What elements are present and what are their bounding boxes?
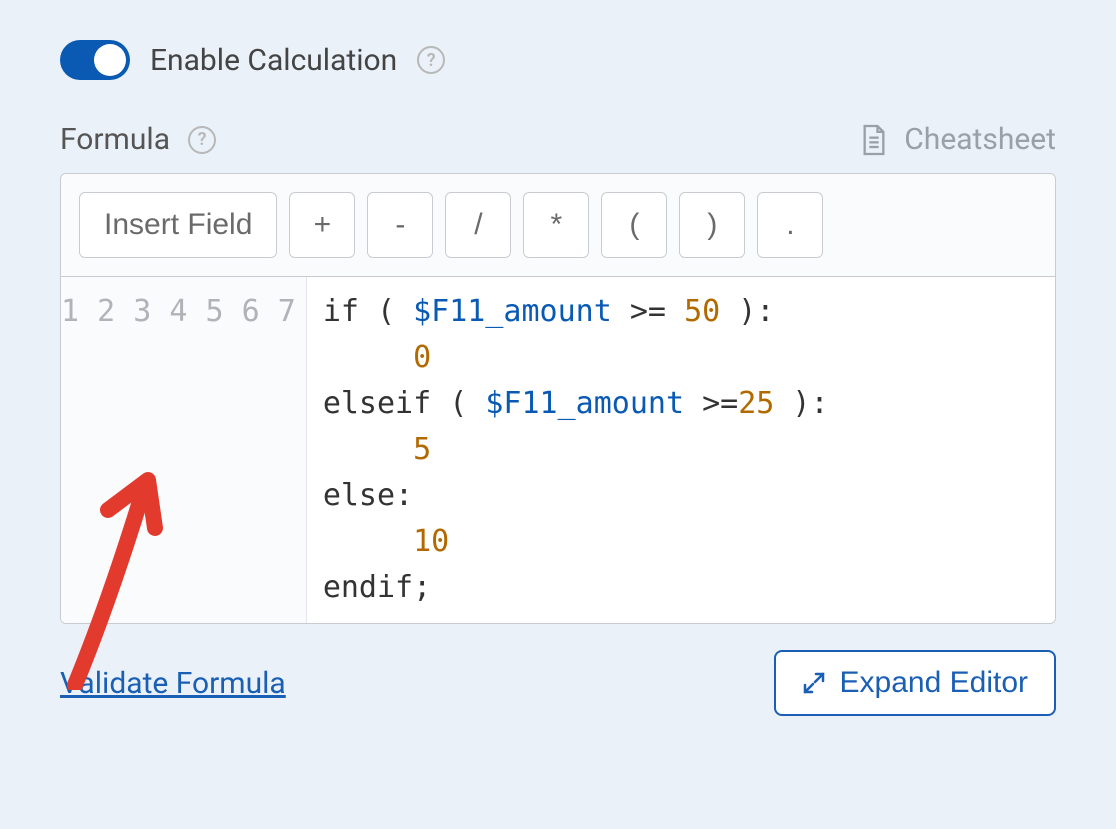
code-token: $F11_amount — [413, 294, 612, 329]
cheatsheet-label: Cheatsheet — [904, 122, 1056, 157]
op-rparen-button[interactable]: ) — [679, 192, 745, 258]
expand-editor-button[interactable]: Expand Editor — [774, 650, 1056, 716]
help-icon[interactable]: ? — [188, 126, 216, 154]
code-token: else: — [323, 478, 413, 513]
op-plus-button[interactable]: + — [289, 192, 355, 258]
enable-calculation-row: Enable Calculation ? — [60, 40, 1056, 80]
code-token: 0 — [413, 340, 431, 375]
line-gutter: 1 2 3 4 5 6 7 — [61, 277, 307, 623]
code-token: 10 — [413, 524, 449, 559]
code-area[interactable]: 1 2 3 4 5 6 7 if ( $F11_amount >= 50 ): … — [61, 277, 1055, 623]
code-token: 5 — [413, 432, 431, 467]
cheatsheet-link[interactable]: Cheatsheet — [860, 122, 1056, 157]
code-token: >= — [612, 294, 684, 329]
insert-field-button[interactable]: Insert Field — [79, 192, 277, 258]
enable-calculation-label: Enable Calculation — [150, 43, 397, 78]
code-token: if — [323, 294, 377, 329]
code-token: $F11_amount — [485, 386, 684, 421]
code-token — [323, 340, 413, 375]
code-token: ( — [449, 386, 485, 421]
code-token: ) — [774, 386, 810, 421]
formula-title: Formula — [60, 122, 170, 157]
op-slash-button[interactable]: / — [445, 192, 511, 258]
validate-formula-link[interactable]: Validate Formula — [60, 666, 286, 701]
code-token — [323, 524, 413, 559]
op-dot-button[interactable]: . — [757, 192, 823, 258]
toggle-knob — [94, 44, 126, 76]
editor-toolbar: Insert Field + - / * ( ) . — [61, 174, 1055, 277]
editor-footer: Validate Formula Expand Editor — [60, 650, 1056, 716]
code-token: ( — [377, 294, 413, 329]
code-content[interactable]: if ( $F11_amount >= 50 ): 0 elseif ( $F1… — [307, 277, 1055, 623]
code-token: : — [756, 294, 774, 329]
code-token: 25 — [738, 386, 774, 421]
help-icon[interactable]: ? — [417, 46, 445, 74]
formula-editor: Insert Field + - / * ( ) . 1 2 3 4 5 6 7… — [60, 173, 1056, 624]
expand-editor-label: Expand Editor — [840, 666, 1028, 700]
op-star-button[interactable]: * — [523, 192, 589, 258]
op-lparen-button[interactable]: ( — [601, 192, 667, 258]
code-token: 50 — [684, 294, 720, 329]
formula-header: Formula ? Cheatsheet — [60, 122, 1056, 157]
code-token: endif; — [323, 570, 431, 605]
code-token — [323, 432, 413, 467]
enable-calculation-toggle[interactable] — [60, 40, 130, 80]
code-token: ) — [720, 294, 756, 329]
code-token: elseif — [323, 386, 449, 421]
code-token: : — [811, 386, 829, 421]
expand-icon — [802, 671, 826, 695]
op-minus-button[interactable]: - — [367, 192, 433, 258]
code-token: >= — [684, 386, 738, 421]
document-icon — [860, 123, 888, 157]
formula-header-left: Formula ? — [60, 122, 216, 157]
